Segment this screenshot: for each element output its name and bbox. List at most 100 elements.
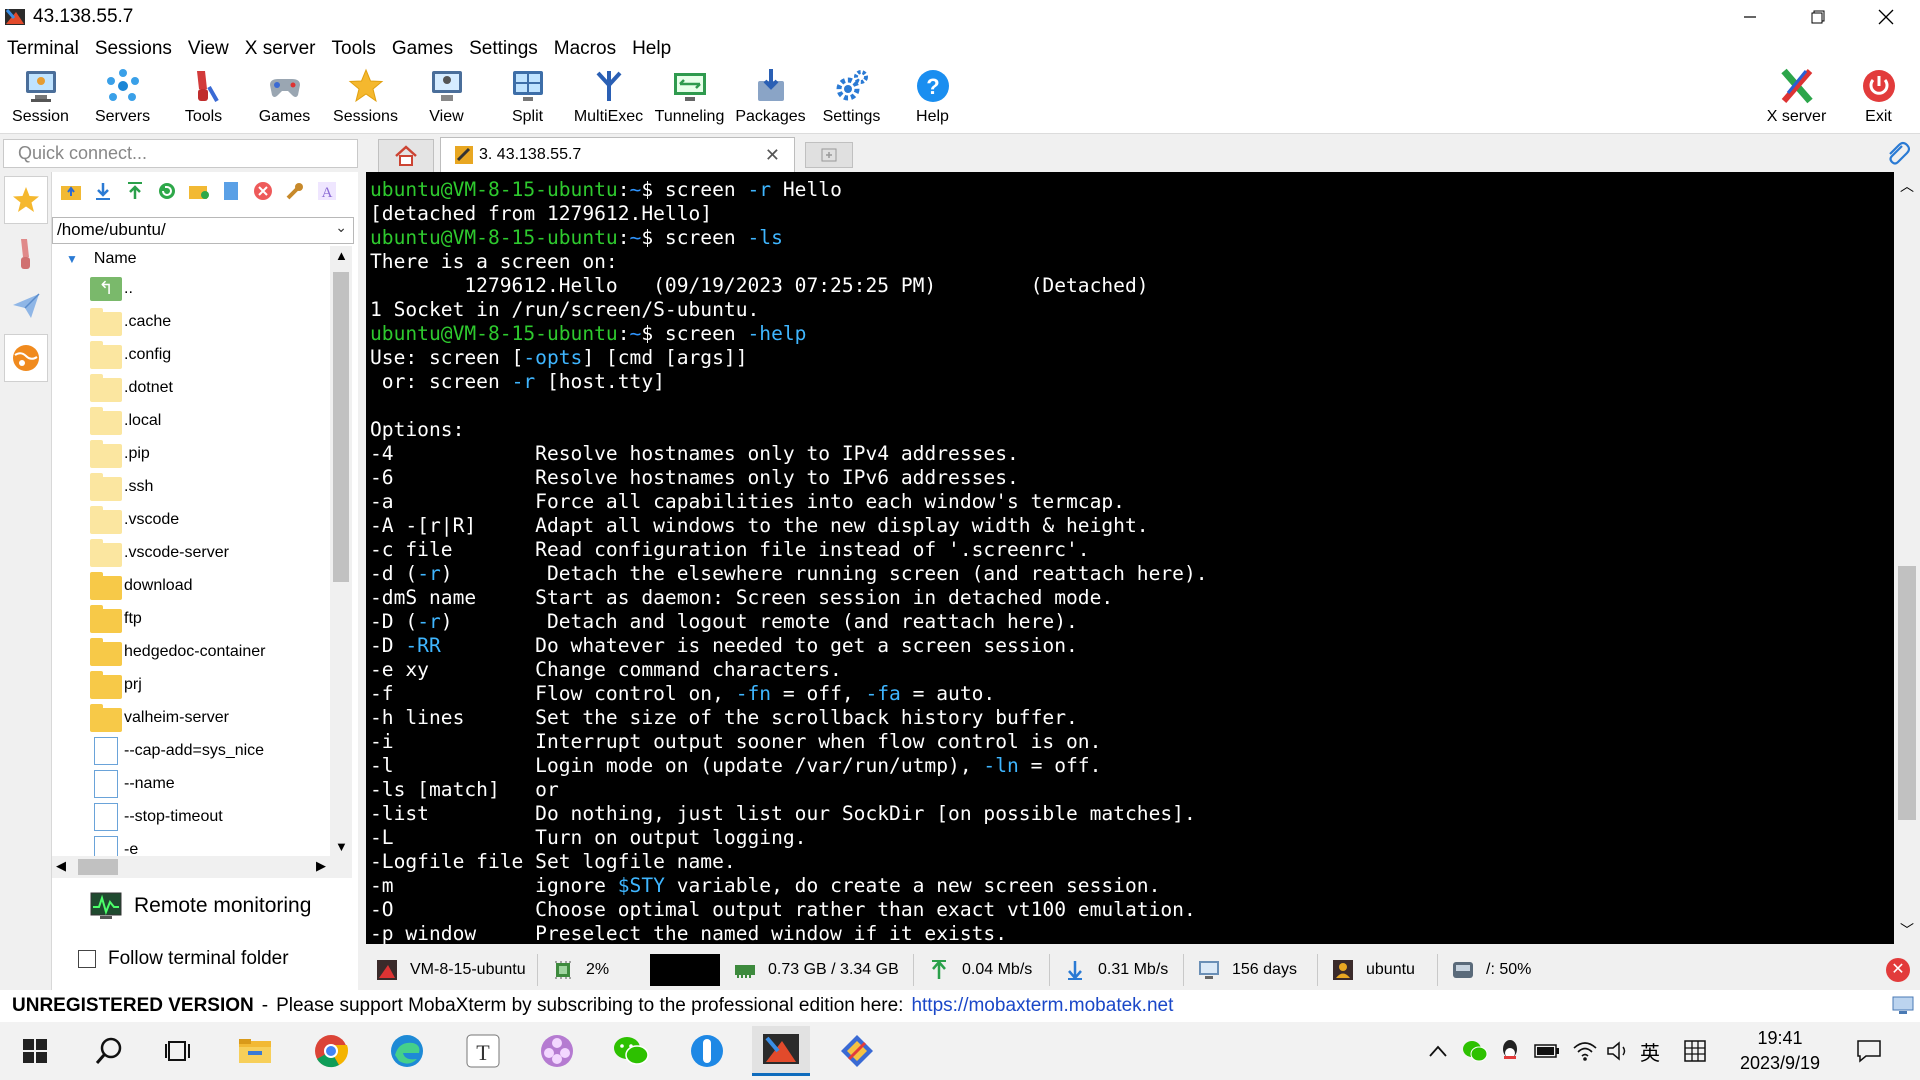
- file-tree-row[interactable]: .dotnet: [52, 371, 330, 404]
- games-button[interactable]: Games: [244, 64, 325, 134]
- status-close-icon[interactable]: ✕: [1886, 958, 1910, 982]
- exit-button[interactable]: Exit: [1838, 64, 1919, 134]
- tray-ime-indicator[interactable]: 英: [1640, 1022, 1660, 1080]
- file-tree-row[interactable]: .cache: [52, 305, 330, 338]
- menu-macros[interactable]: Macros: [547, 34, 625, 64]
- file-tree-row[interactable]: ↰..: [52, 272, 330, 305]
- taskbar-app-blue[interactable]: [678, 1026, 736, 1076]
- taskbar-file-explorer[interactable]: [226, 1026, 284, 1076]
- follow-terminal-folder-checkbox[interactable]: [78, 950, 96, 968]
- mobaxterm-link[interactable]: https://mobaxterm.mobatek.net: [911, 995, 1173, 1017]
- new-folder-icon[interactable]: [186, 178, 212, 204]
- menu-sessions[interactable]: Sessions: [88, 34, 181, 64]
- scroll-up-icon[interactable]: ▲: [335, 248, 348, 263]
- quick-connect-input[interactable]: Quick connect...: [3, 139, 358, 168]
- scroll-up-icon[interactable]: ︿: [1900, 176, 1914, 196]
- scrollbar-thumb[interactable]: [1898, 566, 1916, 820]
- file-tree-vertical-scrollbar[interactable]: ▲ ▼: [330, 246, 352, 856]
- terminal-output[interactable]: ubuntu@VM-8-15-ubuntu:~$ screen -r Hello…: [366, 172, 1894, 944]
- taskbar-clock[interactable]: 19:41 2023/9/19: [1718, 1026, 1842, 1076]
- file-tree-row[interactable]: .pip: [52, 437, 330, 470]
- tray-qq-icon[interactable]: [1500, 1022, 1520, 1080]
- tab-close-icon[interactable]: ✕: [765, 145, 780, 166]
- taskbar-wechat[interactable]: [602, 1026, 660, 1076]
- menu-tools[interactable]: Tools: [325, 34, 385, 64]
- remote-path-field[interactable]: /home/ubuntu/ ⌄: [52, 217, 354, 244]
- sessions-button[interactable]: Sessions: [325, 64, 406, 134]
- sessions-tab-star[interactable]: [4, 176, 48, 224]
- file-tree-row[interactable]: .config: [52, 338, 330, 371]
- tools-button[interactable]: Tools: [163, 64, 244, 134]
- sftp-tab[interactable]: [4, 334, 48, 382]
- file-tree-row[interactable]: download: [52, 569, 330, 602]
- file-tree-horizontal-scrollbar[interactable]: ◀ ▶: [52, 856, 352, 878]
- tools-tab[interactable]: [4, 230, 48, 278]
- tray-wechat-icon[interactable]: [1462, 1022, 1488, 1080]
- packages-button[interactable]: Packages: [730, 64, 811, 134]
- windows-start-button[interactable]: [6, 1026, 64, 1076]
- tray-wifi-icon[interactable]: [1572, 1022, 1598, 1080]
- tab-session-3[interactable]: 3. 43.138.55.7 ✕: [440, 137, 795, 172]
- scroll-down-icon[interactable]: ▼: [335, 839, 348, 854]
- wrench-icon[interactable]: [282, 178, 308, 204]
- tunneling-button[interactable]: Tunneling: [649, 64, 730, 134]
- remote-monitoring-button[interactable]: Remote monitoring: [90, 892, 311, 920]
- download-icon[interactable]: [90, 178, 116, 204]
- tray-overflow-chevron-icon[interactable]: [1428, 1022, 1448, 1080]
- menu-help[interactable]: Help: [625, 34, 680, 64]
- menu-settings[interactable]: Settings: [462, 34, 547, 64]
- maximize-button[interactable]: [1784, 0, 1852, 34]
- parent-folder-icon[interactable]: [58, 178, 84, 204]
- macros-tab[interactable]: [4, 282, 48, 330]
- taskbar-mobaxterm[interactable]: [752, 1026, 810, 1076]
- file-tree-row[interactable]: --cap-add=sys_nice: [52, 734, 330, 767]
- upload-icon[interactable]: [122, 178, 148, 204]
- file-tree-row[interactable]: --stop-timeout: [52, 800, 330, 833]
- column-header-name[interactable]: ▼ Name: [52, 246, 330, 272]
- taskbar-edge[interactable]: [378, 1026, 436, 1076]
- taskbar-typora[interactable]: T: [454, 1026, 512, 1076]
- file-tree-row[interactable]: .ssh: [52, 470, 330, 503]
- close-window-button[interactable]: [1852, 0, 1920, 34]
- menu-games[interactable]: Games: [385, 34, 462, 64]
- delete-icon[interactable]: [250, 178, 276, 204]
- file-tree-row[interactable]: --name: [52, 767, 330, 800]
- servers-button[interactable]: Servers: [82, 64, 163, 134]
- session-button[interactable]: Session: [0, 64, 81, 134]
- refresh-icon[interactable]: [154, 178, 180, 204]
- notification-center-icon[interactable]: [1856, 1022, 1882, 1080]
- minimize-button[interactable]: [1716, 0, 1784, 34]
- paperclip-icon[interactable]: [1884, 140, 1911, 171]
- taskbar-search-button[interactable]: [80, 1026, 138, 1076]
- multiexec-button[interactable]: MultiExec: [568, 64, 649, 134]
- scrollbar-thumb[interactable]: [78, 859, 118, 875]
- rename-icon[interactable]: A: [314, 178, 340, 204]
- task-view-button[interactable]: [150, 1026, 208, 1076]
- scroll-right-icon[interactable]: ▶: [316, 858, 326, 874]
- scroll-left-icon[interactable]: ◀: [56, 858, 66, 874]
- monitor-icon[interactable]: [1892, 996, 1914, 1016]
- follow-terminal-folder-toggle[interactable]: Follow terminal folder: [78, 948, 289, 970]
- tray-volume-icon[interactable]: [1606, 1022, 1632, 1080]
- split-button[interactable]: Split: [487, 64, 568, 134]
- file-tree-row[interactable]: ftp: [52, 602, 330, 635]
- taskbar-app-diamond[interactable]: [828, 1026, 886, 1076]
- file-tree-row[interactable]: valheim-server: [52, 701, 330, 734]
- file-tree-row[interactable]: hedgedoc-container: [52, 635, 330, 668]
- chevron-down-icon[interactable]: ⌄: [335, 219, 347, 236]
- menu-terminal[interactable]: Terminal: [0, 34, 88, 64]
- new-tab-button[interactable]: [805, 142, 853, 168]
- new-file-icon[interactable]: [218, 178, 244, 204]
- file-tree-row[interactable]: prj: [52, 668, 330, 701]
- taskbar-chrome[interactable]: [302, 1026, 360, 1076]
- terminal-scrollbar[interactable]: ︿ ﹀: [1894, 172, 1920, 944]
- settings-button[interactable]: Settings: [811, 64, 892, 134]
- menu-view[interactable]: View: [181, 34, 238, 64]
- scrollbar-thumb[interactable]: [333, 272, 349, 582]
- menu-xserver[interactable]: X server: [238, 34, 325, 64]
- xserver-button[interactable]: X server: [1756, 64, 1837, 134]
- scroll-down-icon[interactable]: ﹀: [1900, 920, 1914, 940]
- taskbar-app-flower[interactable]: [528, 1026, 586, 1076]
- tray-grid-icon[interactable]: [1684, 1022, 1706, 1080]
- file-tree-row[interactable]: .local: [52, 404, 330, 437]
